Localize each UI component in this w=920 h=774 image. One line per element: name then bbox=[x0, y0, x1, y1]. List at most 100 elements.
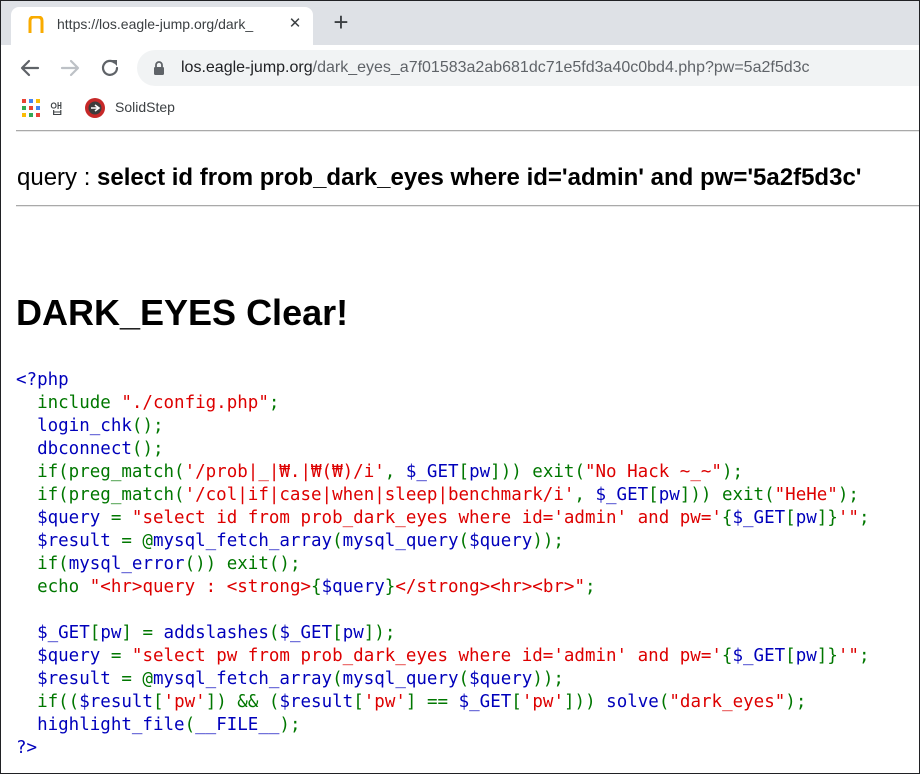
code-token: ]) && ( bbox=[205, 692, 280, 712]
code-token: ( bbox=[658, 692, 670, 712]
code-token: if( bbox=[16, 554, 69, 574]
code-token: 'pw' bbox=[363, 692, 406, 712]
code-token: include bbox=[16, 393, 122, 413]
code-token: ); bbox=[785, 692, 807, 712]
code-token: ); bbox=[721, 462, 744, 482]
code-token: $_GET bbox=[16, 623, 90, 643]
code-token: ]); bbox=[363, 623, 396, 643]
code-token: { bbox=[721, 646, 733, 666]
browser-window: https://los.eagle-jump.org/dark_ ✕ + los… bbox=[0, 0, 920, 774]
code-token: [ bbox=[785, 508, 796, 528]
code-token: "<hr>query : <strong> bbox=[89, 577, 312, 597]
code-token: = bbox=[110, 646, 132, 666]
code-token: [ bbox=[353, 692, 364, 712]
url-text[interactable]: los.eagle-jump.org/dark_eyes_a7f01583a2a… bbox=[181, 59, 810, 77]
code-token: </strong><hr><br>" bbox=[395, 577, 585, 597]
url-host: los.eagle-jump.org bbox=[181, 59, 313, 76]
clear-heading: DARK_EYES Clear! bbox=[16, 292, 349, 333]
code-token: "No Hack ~_~" bbox=[584, 462, 722, 482]
new-tab-button[interactable]: + bbox=[328, 9, 354, 36]
code-token: = bbox=[110, 508, 132, 528]
code-token: mysql_error bbox=[68, 554, 185, 574]
tab-title-fade bbox=[251, 13, 285, 35]
code-line: if(mysql_error()) exit(); bbox=[16, 553, 869, 576]
apps-grid-icon[interactable] bbox=[22, 99, 40, 117]
code-token: ])) bbox=[564, 692, 607, 712]
divider-bottom bbox=[16, 205, 919, 207]
code-line: if(preg_match('/prob|_|₩.|₩(₩)/i', $_GET… bbox=[16, 461, 869, 484]
bookmark-solidstep-label[interactable]: SolidStep bbox=[115, 99, 175, 115]
code-token: [ bbox=[332, 623, 343, 643]
code-token: $_GET bbox=[595, 485, 649, 505]
code-token: ]} bbox=[816, 508, 838, 528]
code-token: 'pw' bbox=[163, 692, 206, 712]
code-token: login_chk bbox=[16, 416, 132, 436]
code-token: ; bbox=[858, 646, 870, 666]
code-token: ; bbox=[858, 508, 870, 528]
code-token: $query bbox=[321, 577, 385, 597]
php-source-code: <?php include "./config.php"; login_chk(… bbox=[16, 369, 869, 760]
code-token: ( bbox=[458, 669, 470, 689]
code-line: echo "<hr>query : <strong>{$query}</stro… bbox=[16, 576, 869, 599]
code-token: "select pw from prob_dark_eyes where id=… bbox=[131, 646, 722, 666]
code-token: $_GET bbox=[405, 462, 459, 482]
code-token: mysql_fetch_array bbox=[152, 531, 333, 551]
code-line: highlight_file(__FILE__); bbox=[16, 714, 869, 737]
code-line: $result = @mysql_fetch_array(mysql_query… bbox=[16, 668, 869, 691]
url-path: /dark_eyes_a7f01583a2ab681dc71e5fd3a40c0… bbox=[312, 59, 810, 76]
code-token: '/col|if|case|when|sleep|benchmark/i' bbox=[184, 485, 575, 505]
browser-tab[interactable]: https://los.eagle-jump.org/dark_ ✕ bbox=[11, 7, 313, 45]
address-bar[interactable]: los.eagle-jump.org/dark_eyes_a7f01583a2a… bbox=[137, 50, 919, 86]
code-token: "select id from prob_dark_eyes where id=… bbox=[131, 508, 722, 528]
code-line: $_GET[pw] = addslashes($_GET[pw]); bbox=[16, 622, 869, 645]
reload-icon[interactable] bbox=[97, 55, 123, 81]
code-token: = @ bbox=[121, 531, 153, 551]
code-token: { bbox=[721, 508, 733, 528]
code-token: )); bbox=[532, 531, 564, 551]
code-line: include "./config.php"; bbox=[16, 392, 869, 415]
code-token: ( bbox=[332, 669, 343, 689]
solidstep-icon[interactable] bbox=[84, 97, 106, 119]
code-token: ] = bbox=[121, 623, 164, 643]
code-line: if(($result['pw']) && ($result['pw'] == … bbox=[16, 691, 869, 714]
bookmarks-bar: 앱 SolidStep bbox=[1, 91, 919, 127]
code-token: solve bbox=[606, 692, 659, 712]
query-sql: select id from prob_dark_eyes where id='… bbox=[97, 164, 862, 191]
code-token: )); bbox=[532, 669, 564, 689]
code-token: '" bbox=[837, 508, 859, 528]
code-line: dbconnect(); bbox=[16, 438, 869, 461]
code-token: '/prob|_|₩.|₩(₩)/i' bbox=[184, 462, 385, 482]
code-token: ); bbox=[837, 485, 859, 505]
code-token: ])) exit( bbox=[490, 462, 585, 482]
code-line: <?php bbox=[16, 369, 869, 392]
code-token: "dark_eyes" bbox=[669, 692, 786, 712]
code-token: mysql_fetch_array bbox=[152, 669, 333, 689]
code-token: ); bbox=[279, 715, 301, 735]
code-token: pw bbox=[100, 623, 122, 643]
code-token: '" bbox=[837, 646, 859, 666]
lock-icon[interactable] bbox=[153, 60, 165, 76]
code-token: mysql_query bbox=[342, 531, 459, 551]
code-line: if(preg_match('/col|if|case|when|sleep|b… bbox=[16, 484, 869, 507]
code-line: ?> bbox=[16, 737, 869, 760]
code-line: login_chk(); bbox=[16, 415, 869, 438]
code-token: $_GET bbox=[279, 623, 333, 643]
code-token: highlight_file bbox=[16, 715, 185, 735]
query-prefix: query : bbox=[17, 164, 98, 191]
code-token: [ bbox=[511, 692, 522, 712]
code-line: $query = "select id from prob_dark_eyes … bbox=[16, 507, 869, 530]
bookmark-apps-label[interactable]: 앱 bbox=[50, 99, 63, 119]
code-token: $query bbox=[469, 669, 533, 689]
toolbar: los.eagle-jump.org/dark_eyes_a7f01583a2a… bbox=[1, 45, 919, 91]
divider-top bbox=[16, 130, 919, 132]
code-token: if(preg_match( bbox=[16, 462, 185, 482]
code-token: ])) exit( bbox=[679, 485, 775, 505]
close-tab-icon[interactable]: ✕ bbox=[286, 15, 304, 33]
code-token: [ bbox=[458, 462, 470, 482]
code-token: pw bbox=[658, 485, 680, 505]
code-token: pw bbox=[795, 646, 817, 666]
forward-arrow-icon[interactable] bbox=[57, 55, 83, 81]
back-arrow-icon[interactable] bbox=[17, 55, 43, 81]
code-token: ( bbox=[184, 715, 196, 735]
code-token: ( bbox=[268, 623, 280, 643]
